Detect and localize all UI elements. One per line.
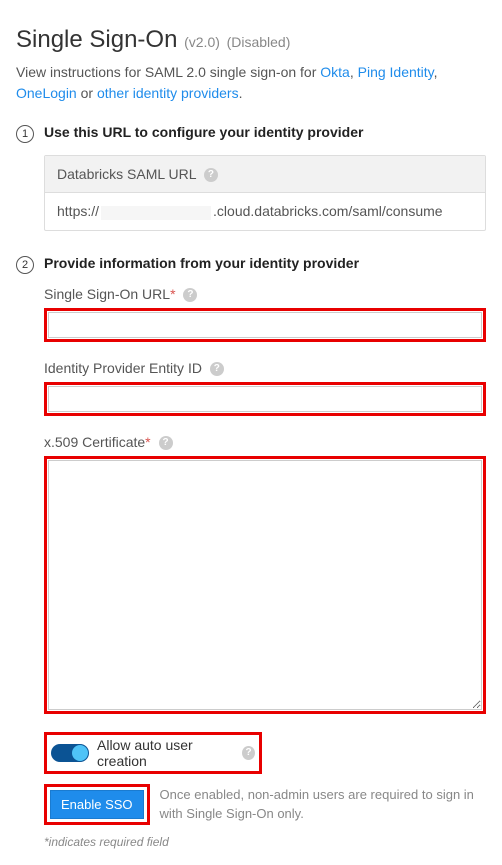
required-note: *indicates required field: [44, 835, 486, 849]
saml-url-box: Databricks SAML URL ? https://.cloud.dat…: [44, 155, 486, 231]
toggle-knob: [72, 745, 88, 761]
onelogin-link[interactable]: OneLogin: [16, 85, 77, 101]
help-icon[interactable]: ?: [204, 168, 218, 182]
step-2-title: Provide information from your identity p…: [44, 255, 359, 271]
sso-url-label: Single Sign-On URL* ?: [44, 286, 486, 302]
title-status: (Disabled): [227, 34, 291, 50]
cert-textarea[interactable]: [48, 460, 482, 710]
step-1-title: Use this URL to configure your identity …: [44, 124, 363, 140]
saml-url-value: https://.cloud.databricks.com/saml/consu…: [45, 193, 485, 229]
help-icon[interactable]: ?: [242, 746, 255, 760]
okta-link[interactable]: Okta: [320, 64, 350, 80]
redacted-host: [101, 206, 211, 220]
auto-user-toggle[interactable]: [51, 744, 89, 762]
enable-sso-button[interactable]: Enable SSO: [50, 790, 144, 819]
saml-url-header: Databricks SAML URL ?: [45, 156, 485, 193]
ping-identity-link[interactable]: Ping Identity: [358, 64, 434, 80]
title-version: (v2.0): [184, 34, 220, 50]
step-1-badge: 1: [16, 125, 34, 143]
other-providers-link[interactable]: other identity providers: [97, 85, 239, 101]
step-2-header: 2 Provide information from your identity…: [16, 255, 486, 274]
title-text: Single Sign-On: [16, 26, 177, 53]
entity-id-input[interactable]: [48, 386, 482, 412]
step-1-header: 1 Use this URL to configure your identit…: [16, 124, 486, 143]
entity-id-highlight: [44, 382, 486, 416]
sso-url-input[interactable]: [48, 312, 482, 338]
cert-highlight: [44, 456, 486, 714]
intro-text: View instructions for SAML 2.0 single si…: [16, 62, 486, 104]
entity-id-label: Identity Provider Entity ID ?: [44, 360, 486, 376]
help-icon[interactable]: ?: [183, 288, 197, 302]
sso-url-highlight: [44, 308, 486, 342]
help-icon[interactable]: ?: [210, 362, 224, 376]
enable-sso-highlight: Enable SSO: [44, 784, 150, 825]
cert-label: x.509 Certificate* ?: [44, 434, 486, 450]
enable-sso-note: Once enabled, non-admin users are requir…: [160, 784, 486, 822]
step-2-badge: 2: [16, 256, 34, 274]
help-icon[interactable]: ?: [159, 436, 173, 450]
enable-row: Enable SSO Once enabled, non-admin users…: [44, 784, 486, 825]
auto-user-toggle-row: Allow auto user creation ?: [44, 732, 262, 774]
auto-user-label: Allow auto user creation: [97, 737, 236, 769]
page-title: Single Sign-On (v2.0) (Disabled): [16, 26, 486, 54]
